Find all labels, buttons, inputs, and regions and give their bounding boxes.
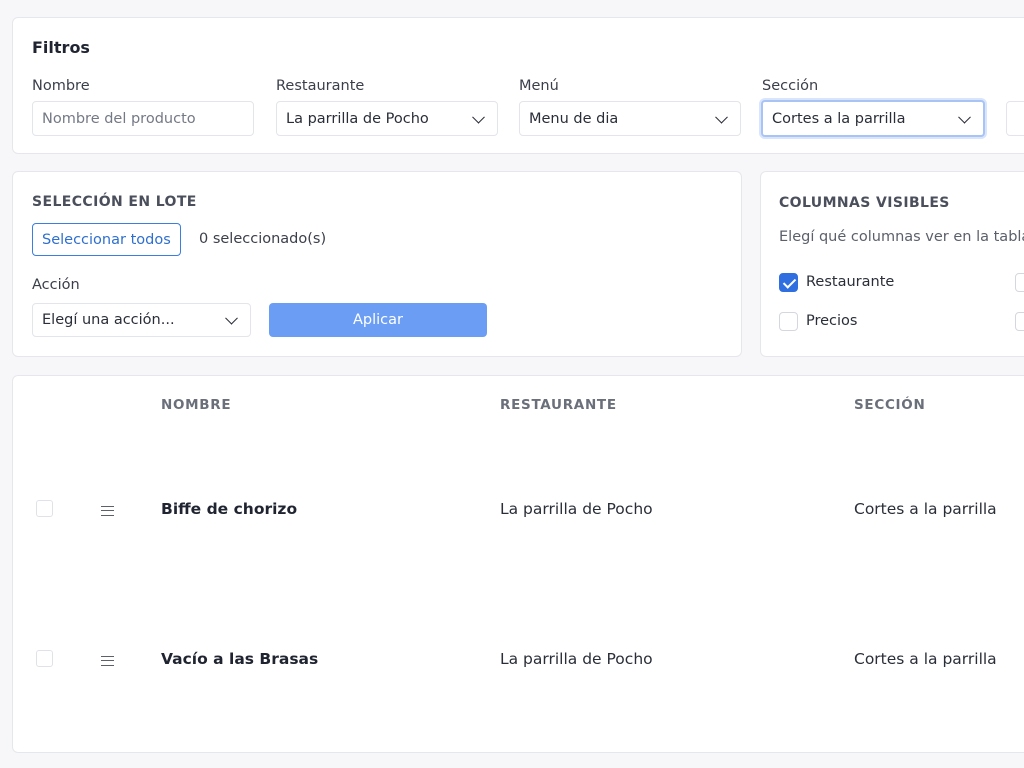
selected-count: 0 seleccionado(s) [199, 231, 327, 247]
row-seccion: Cortes a la parrilla [854, 500, 997, 518]
filters-title: Filtros [32, 38, 90, 57]
chevron-down-icon [472, 110, 485, 124]
restaurante-select[interactable]: La parrilla de Pocho [276, 101, 498, 136]
drag-handle-icon[interactable] [101, 506, 114, 516]
action-select-value: Elegí una acción... [42, 312, 175, 328]
seccion-select[interactable]: Cortes a la parrilla [761, 100, 985, 137]
restaurante-select-value: La parrilla de Pocho [286, 110, 429, 127]
columns-subtitle: Elegí qué columnas ver en la tabla [779, 229, 1024, 245]
precios-column-label: Precios [806, 313, 858, 329]
drag-handle-icon[interactable] [101, 656, 114, 666]
nombre-placeholder: Nombre del producto [42, 110, 196, 127]
menu-select-value: Menu de dia [529, 110, 619, 127]
nombre-input[interactable]: Nombre del producto [32, 101, 254, 136]
seccion-select-value: Cortes a la parrilla [772, 110, 906, 127]
extra-filter-field[interactable] [1006, 101, 1024, 136]
menu-label: Menú [519, 78, 559, 94]
filters-panel: Filtros Nombre Nombre del producto Resta… [12, 17, 1024, 154]
header-seccion[interactable]: SECCIÓN [854, 397, 925, 413]
batch-title: SELECCIÓN EN LOTE [32, 194, 197, 210]
column-checkbox-4[interactable] [1015, 312, 1024, 331]
action-label: Acción [32, 277, 80, 293]
header-restaurante[interactable]: RESTAURANTE [500, 397, 617, 413]
row-checkbox[interactable] [36, 650, 53, 667]
restaurante-column-checkbox[interactable] [779, 273, 798, 292]
restaurante-column-label: Restaurante [806, 274, 895, 290]
products-table: NOMBRE RESTAURANTE SECCIÓN Biffe de chor… [12, 375, 1024, 753]
row-nombre: Biffe de chorizo [161, 500, 298, 518]
chevron-down-icon [715, 110, 728, 124]
nombre-label: Nombre [32, 78, 90, 94]
page: Filtros Nombre Nombre del producto Resta… [0, 0, 1024, 768]
precios-column-checkbox[interactable] [779, 312, 798, 331]
seccion-label: Sección [762, 78, 819, 94]
restaurante-label: Restaurante [276, 78, 365, 94]
row-nombre: Vacío a las Brasas [161, 650, 319, 668]
column-checkbox-3[interactable] [1015, 273, 1024, 292]
columns-title: COLUMNAS VISIBLES [779, 195, 950, 211]
chevron-down-icon [225, 311, 238, 325]
row-restaurante: La parrilla de Pocho [500, 650, 653, 668]
row-checkbox[interactable] [36, 500, 53, 517]
menu-select[interactable]: Menu de dia [519, 101, 741, 136]
row-seccion: Cortes a la parrilla [854, 650, 997, 668]
select-all-button[interactable]: Seleccionar todos [32, 223, 181, 256]
chevron-down-icon [958, 110, 971, 124]
visible-columns-panel: COLUMNAS VISIBLES Elegí qué columnas ver… [760, 171, 1024, 357]
apply-button[interactable]: Aplicar [269, 303, 487, 337]
row-restaurante: La parrilla de Pocho [500, 500, 653, 518]
batch-selection-panel: SELECCIÓN EN LOTE Seleccionar todos 0 se… [12, 171, 742, 357]
header-nombre[interactable]: NOMBRE [161, 397, 231, 413]
action-select[interactable]: Elegí una acción... [32, 303, 251, 337]
